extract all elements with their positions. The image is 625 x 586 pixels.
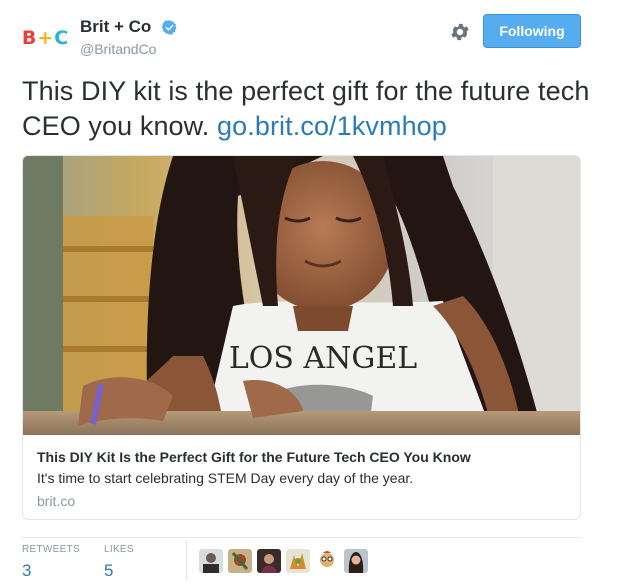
verified-badge-icon [161, 19, 177, 35]
retweets-label: RETWEETS [22, 544, 80, 555]
tweet-link[interactable]: go.brit.co/1kvmhop [217, 111, 447, 141]
liker-avatar-5[interactable] [315, 549, 339, 573]
stats-separator [186, 540, 187, 580]
gear-icon[interactable] [449, 21, 471, 43]
card-domain: brit.co [37, 493, 76, 509]
account-names: Brit + Co @BritandCo [80, 16, 178, 58]
logo-letter-c: C [54, 26, 69, 49]
liker-avatar-3[interactable] [257, 549, 281, 573]
following-button[interactable]: Following [483, 14, 581, 48]
logo-letter-b: B [21, 26, 37, 49]
display-name[interactable]: Brit + Co [80, 16, 151, 38]
logo-plus: + [37, 26, 54, 49]
card-title[interactable]: This DIY Kit Is the Perfect Gift for the… [37, 449, 471, 465]
card-image[interactable]: LOS ANGEL [23, 156, 580, 435]
stats-divider [22, 537, 581, 538]
tweet-container: B + C Brit + Co @BritandCo Following This … [0, 0, 625, 586]
brit-co-avatar[interactable]: B + C [22, 19, 68, 57]
liker-avatar-6[interactable] [344, 549, 368, 573]
liker-avatar-1[interactable] [199, 549, 223, 573]
retweets-count[interactable]: 3 [22, 560, 80, 582]
likes-label: LIKES [104, 544, 134, 555]
liker-avatar-2[interactable] [228, 549, 252, 573]
likes-stat[interactable]: LIKES 5 [104, 544, 134, 582]
liker-avatar-4[interactable] [286, 549, 310, 573]
likes-count[interactable]: 5 [104, 560, 134, 582]
link-card[interactable]: LOS ANGEL This DIY Kit Is the Perfect Gi… [22, 155, 581, 520]
tweet-text: This DIY kit is the perfect gift for the… [22, 74, 592, 144]
card-description: It's time to start celebrating STEM Day … [37, 470, 414, 486]
shirt-text: LOS ANGEL [229, 341, 417, 376]
account-handle[interactable]: @BritandCo [80, 40, 178, 58]
retweets-stat[interactable]: RETWEETS 3 [22, 544, 80, 582]
likers-avatars [199, 549, 368, 573]
